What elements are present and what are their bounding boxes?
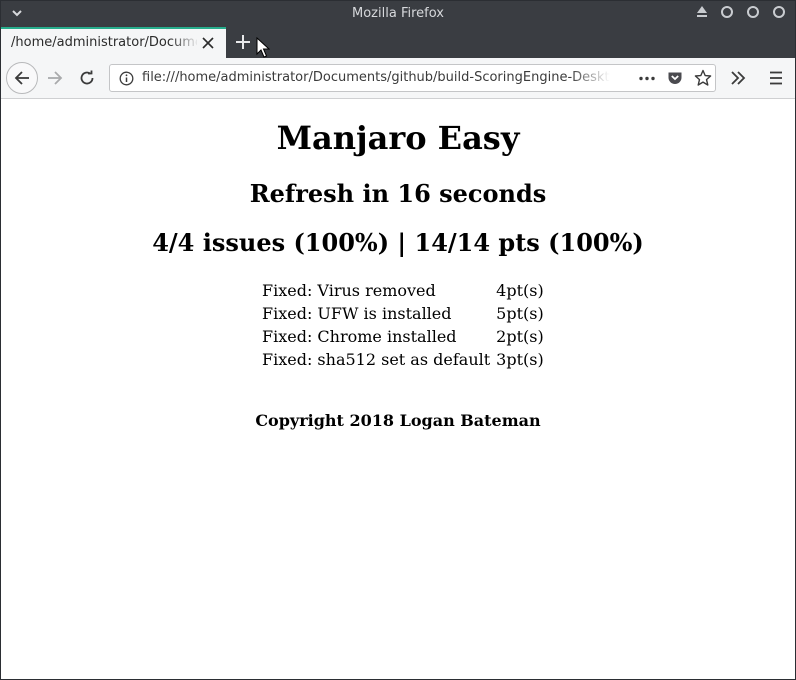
window-title: Mozilla Firefox [352,6,444,21]
title-bar: Mozilla Firefox [1,1,795,27]
window-controls [697,6,785,18]
issue-description: Fixed: Virus removed [262,281,436,300]
mouse-cursor-icon [256,37,270,58]
page-content: Manjaro Easy Refresh in 16 seconds 4/4 i… [1,99,795,679]
url-text[interactable]: file:///home/administrator/Documents/git… [142,70,610,85]
score-summary: 4/4 issues (100%) | 14/14 pts (100%) [152,228,644,257]
info-icon[interactable] [119,71,134,86]
tab-active[interactable]: /home/administrator/Documents/github/bui… [1,27,226,58]
reload-icon[interactable] [78,69,96,87]
close-tab-icon[interactable] [201,36,215,50]
minimize-button[interactable] [721,6,733,18]
back-arrow-icon [14,71,29,85]
maximize-button[interactable] [747,6,759,18]
navigation-toolbar: file:///home/administrator/Documents/git… [1,58,795,99]
back-button[interactable] [6,62,38,94]
issue-description: Fixed: UFW is installed [262,304,452,323]
bookmark-star-icon[interactable] [694,69,712,87]
forward-arrow-icon[interactable] [46,69,64,87]
url-bar[interactable]: file:///home/administrator/Documents/git… [109,64,716,92]
shade-icon[interactable] [697,6,707,17]
issue-points: 5pt(s) [496,304,544,323]
tab-label: /home/administrator/Documents/github/bui… [11,35,197,50]
issue-description: Fixed: Chrome installed [262,327,457,346]
tab-label-fade [171,31,199,57]
issue-description: Fixed: sha512 set as default [262,350,491,369]
refresh-countdown: Refresh in 16 seconds [249,179,547,208]
pocket-icon[interactable] [667,70,683,86]
issue-points: 4pt(s) [496,281,544,300]
table-row: Fixed: UFW is installed 5pt(s) [259,302,547,325]
table-row: Fixed: sha512 set as default 3pt(s) [259,348,547,371]
new-tab-icon[interactable] [234,33,252,51]
overflow-chevron-icon[interactable] [730,69,746,87]
close-window-button[interactable] [773,6,785,18]
page-title: Manjaro Easy [276,119,520,157]
page-actions-icon[interactable] [638,71,656,86]
tab-strip: /home/administrator/Documents/github/bui… [1,27,795,58]
firefox-window: Mozilla Firefox /home/administrator/Docu… [0,0,796,680]
copyright-text: Copyright 2018 Logan Bateman [255,411,541,430]
url-fade [570,67,610,89]
issues-table: Fixed: Virus removed 4pt(s) Fixed: UFW i… [259,279,547,371]
hamburger-menu-icon[interactable] [768,69,784,87]
table-row: Fixed: Virus removed 4pt(s) [259,279,547,302]
table-row: Fixed: Chrome installed 2pt(s) [259,325,547,348]
issue-points: 2pt(s) [496,327,544,346]
issue-points: 3pt(s) [496,350,544,369]
